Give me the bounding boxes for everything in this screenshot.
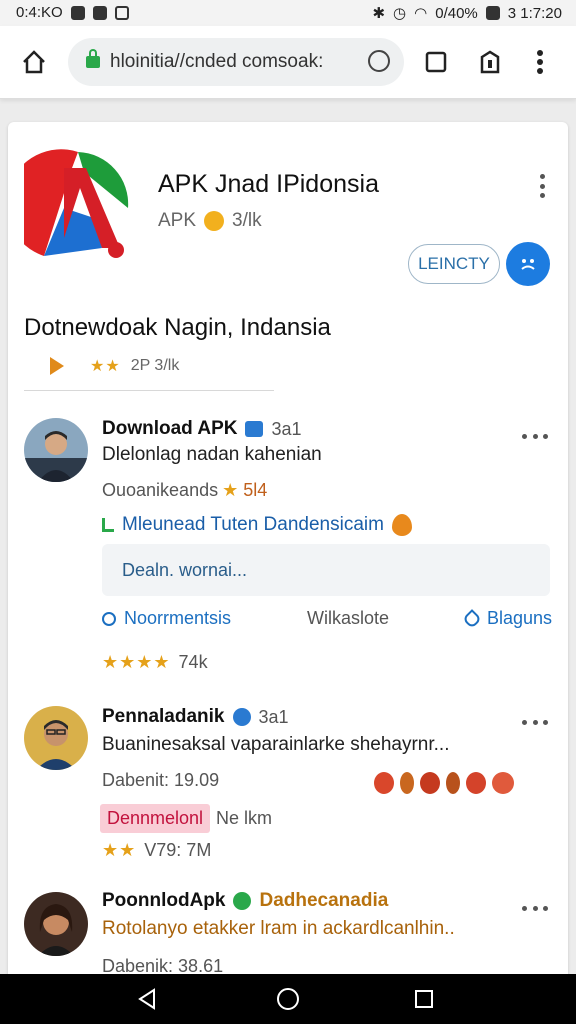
tabs-button[interactable] <box>416 42 456 82</box>
verified-icon <box>245 421 264 437</box>
comment-icon <box>102 611 116 626</box>
section-title: Dotnewdoak Nagin, Indansia <box>24 314 331 341</box>
browser-toolbar: hloinitia//cnded comsoak: <box>0 26 576 99</box>
avatar[interactable] <box>24 892 88 956</box>
system-nav-bar <box>0 974 576 1024</box>
post-rating: ★★★★ 74k <box>102 652 208 672</box>
post-date: Dabenit: 19.09 <box>102 770 220 790</box>
share-icon <box>480 50 500 74</box>
post-rating: ★★ V79: 7M <box>102 840 212 860</box>
share-post-button[interactable]: Blaguns <box>462 608 552 629</box>
like-button[interactable]: Wilkaslote <box>307 608 389 629</box>
home-nav-button[interactable] <box>271 982 305 1016</box>
avatar-image <box>24 706 88 770</box>
reaction-icons[interactable] <box>374 772 514 794</box>
status-bar: 0:4:KO ✱ ◷ ◠ 0/40% 3 1:7:20 <box>0 0 576 26</box>
wifi-icon: ◠ <box>414 5 428 22</box>
link-icon <box>102 518 114 532</box>
install-button[interactable]: LEINCTY <box>408 244 500 284</box>
share-button[interactable] <box>470 42 510 82</box>
star-icons: ★★ <box>102 840 137 860</box>
post-author[interactable]: Pennaladanik 3a1 <box>102 706 289 728</box>
home-button[interactable] <box>14 42 54 82</box>
square-icon <box>415 990 433 1008</box>
verified-icon <box>233 892 252 910</box>
circle-icon <box>277 988 299 1010</box>
post-meta: Ouoanikeands ★ 5l4 <box>102 480 268 500</box>
status-time: 0:4:KO <box>16 4 63 21</box>
post-text: Dlelonlag nadan kahenian <box>102 444 322 465</box>
post-author[interactable]: Download APK 3a1 <box>102 418 302 440</box>
more-vertical-icon <box>537 50 543 74</box>
star-icon: ★ <box>222 480 240 500</box>
tab-icon <box>425 51 447 73</box>
battery-percent: 0/40% <box>435 4 478 22</box>
post-tag-side: Ne lkm <box>216 808 273 828</box>
post-more-button[interactable] <box>522 720 548 725</box>
status-clock: 3 1:7:20 <box>507 4 562 22</box>
star-icons: ★★★★ <box>102 652 171 672</box>
post-author[interactable]: PoonnlodApk Dadhecanadia <box>102 890 388 912</box>
address-bar[interactable]: hloinitia//cnded comsoak: <box>68 38 404 86</box>
post-more-button[interactable] <box>522 906 548 911</box>
reload-icon[interactable] <box>368 50 390 72</box>
post-tag[interactable]: Dennmelonl <box>100 804 211 833</box>
post-more-button[interactable] <box>522 434 548 439</box>
url-text: hloinitia//cnded comsoak: <box>110 51 324 72</box>
app-logo <box>24 149 129 258</box>
avatar-image <box>24 418 88 482</box>
app-subtitle: APK 3/lk <box>158 210 262 231</box>
back-button[interactable] <box>130 982 164 1016</box>
menu-button[interactable] <box>520 42 560 82</box>
section-rating: ★★ 2P 3/lk <box>50 356 179 376</box>
content-card: APK Jnad IPidonsia APK 3/lk LEINCTY Dotn… <box>8 122 568 982</box>
flame-icon <box>391 514 412 536</box>
tag-icon <box>462 608 482 629</box>
comments-button[interactable]: Noorrmentsis <box>102 608 231 629</box>
app-notification-icon <box>92 5 107 20</box>
verified-icon <box>232 708 251 726</box>
app-title: APK Jnad IPidonsia <box>158 170 379 198</box>
lock-icon <box>86 49 100 68</box>
post-actions: Noorrmentsis Wilkaslote Blaguns <box>102 608 552 629</box>
face-icon <box>521 259 535 270</box>
star-icons: ★★ <box>90 358 121 375</box>
avatar-image <box>24 892 88 956</box>
notification-icon <box>70 5 85 20</box>
post-text: Buaninesaksal vaparainlarke shehayrnr... <box>102 734 450 755</box>
divider <box>24 390 274 391</box>
coin-icon <box>204 211 225 231</box>
battery-icon <box>485 6 500 20</box>
avatar[interactable] <box>24 706 88 770</box>
home-icon <box>23 50 45 74</box>
post-text: Rotolanyo etakker lram in ackardlcanlhin… <box>102 918 455 939</box>
app-more-button[interactable] <box>540 174 546 198</box>
play-icon[interactable] <box>50 357 64 375</box>
checkbox-notification-icon <box>114 5 129 20</box>
comment-input[interactable]: Dealn. wornai... <box>102 544 550 596</box>
post-link[interactable]: Mleunead Tuten Dandensicaim <box>102 514 412 536</box>
bluetooth-icon: ✱ <box>372 5 386 22</box>
avatar[interactable] <box>24 418 88 482</box>
action-fab[interactable] <box>506 242 550 286</box>
back-icon <box>138 988 155 1010</box>
recents-button[interactable] <box>407 982 441 1016</box>
alarm-icon: ◷ <box>393 5 407 22</box>
